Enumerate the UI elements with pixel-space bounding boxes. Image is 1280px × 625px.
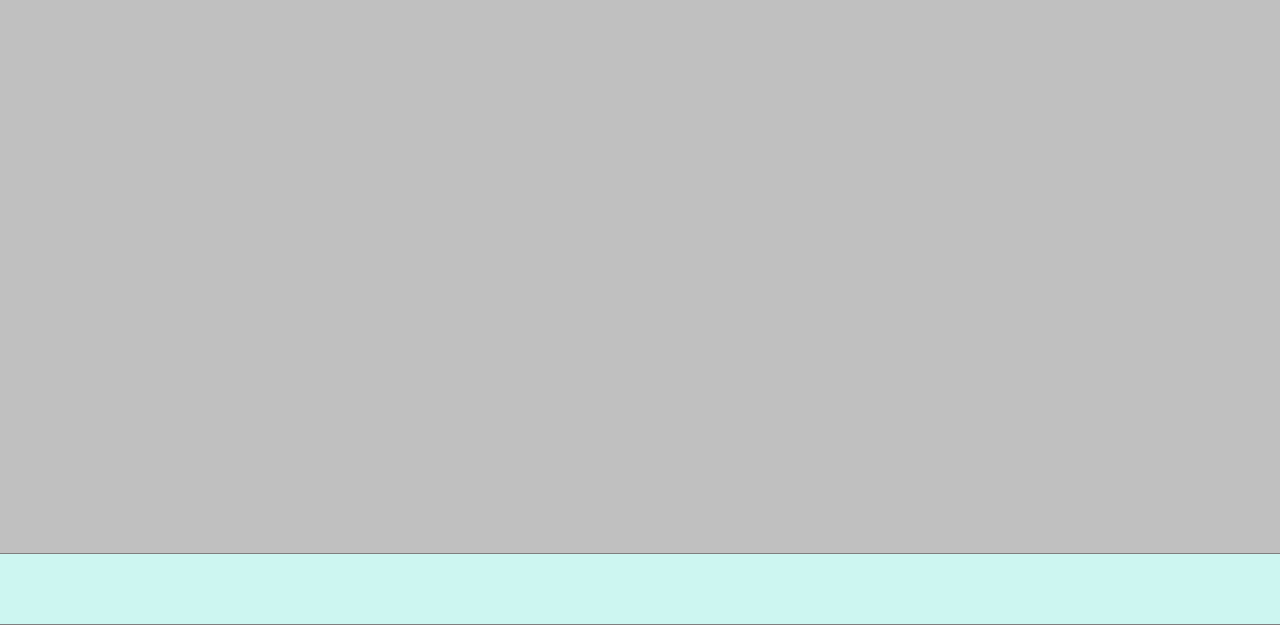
- weather-chart-window: [0, 0, 1280, 625]
- chart-plot: [0, 0, 1280, 553]
- statistics-table: [0, 553, 1280, 625]
